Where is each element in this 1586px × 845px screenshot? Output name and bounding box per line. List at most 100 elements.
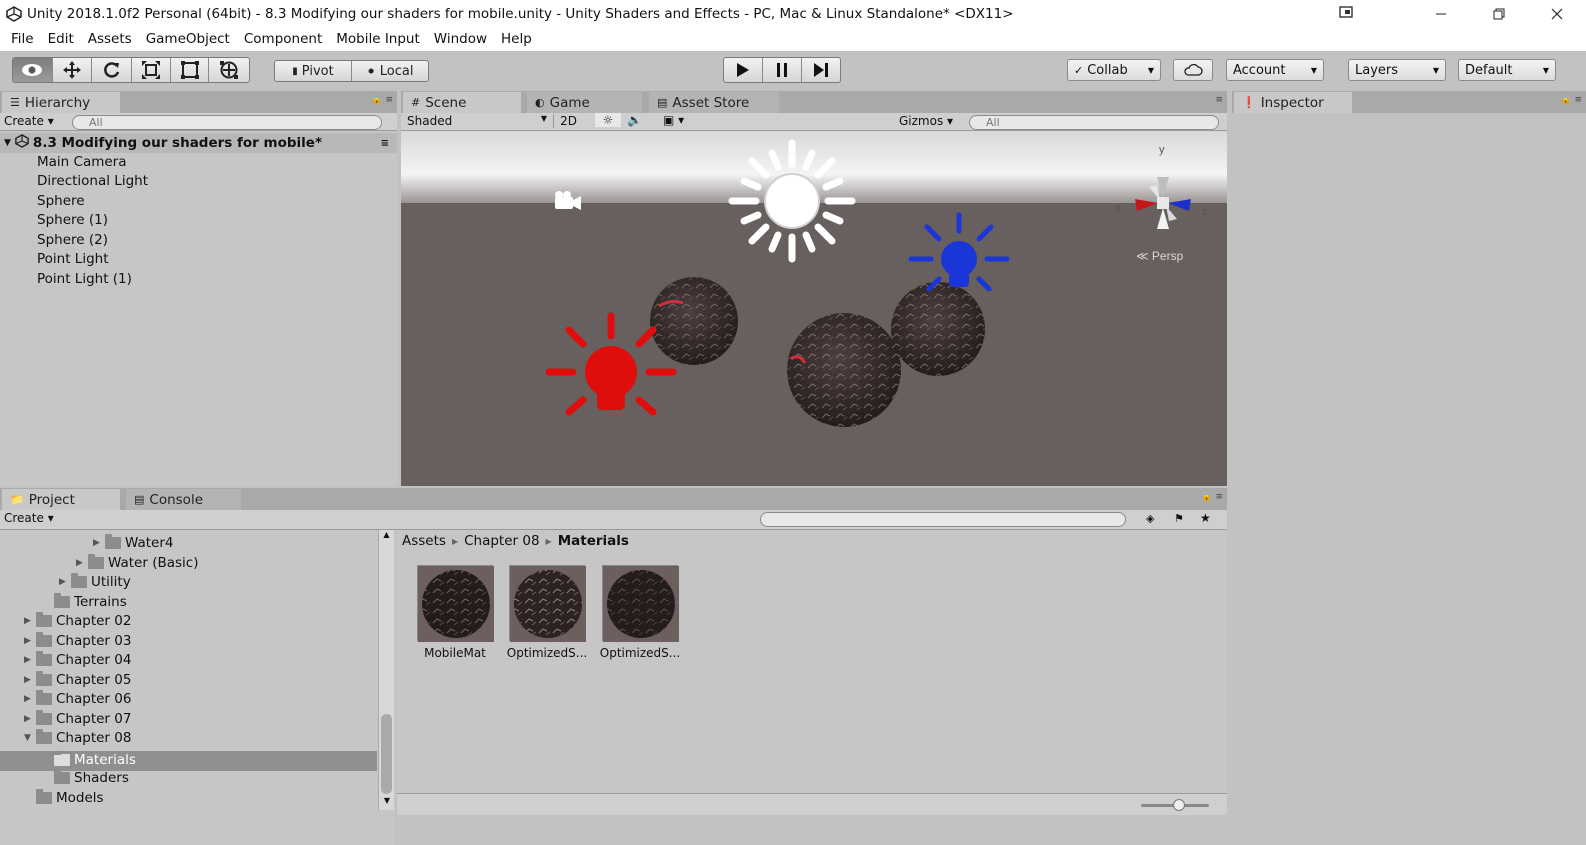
scrollbar-thumb[interactable] xyxy=(381,714,392,794)
tree-item-chapter-07[interactable]: ▶ Chapter 07 xyxy=(24,710,131,727)
hierarchy-search-input[interactable]: All xyxy=(72,115,382,130)
panel-options-icon[interactable]: 🔒 ≡ xyxy=(1560,95,1582,105)
collapsed-arrow-icon: ▶ xyxy=(24,694,31,704)
layers-dropdown[interactable]: Layers ▼ xyxy=(1348,59,1446,81)
menu-gameobject[interactable]: GameObject xyxy=(139,31,237,47)
menu-file[interactable]: File xyxy=(4,31,41,47)
filter-type-icon[interactable]: ◈ xyxy=(1146,512,1154,525)
sphere-right[interactable] xyxy=(891,282,985,376)
menu-edit[interactable]: Edit xyxy=(41,31,81,47)
lighting-toggle-icon[interactable]: ☼ xyxy=(595,113,621,127)
cloud-button[interactable] xyxy=(1173,59,1213,81)
scene-search-input[interactable]: All xyxy=(969,115,1219,130)
scroll-down-icon[interactable]: ▼ xyxy=(379,796,395,810)
tree-item-models[interactable]: Models xyxy=(36,789,104,806)
scene-view-panel: # Scene ◐ Game ▤ Asset Store ≡ Shaded ▼ … xyxy=(401,91,1227,486)
step-button[interactable] xyxy=(802,58,840,82)
tree-item-water-basic[interactable]: ▶ Water (Basic) xyxy=(76,554,198,571)
menu-mobile-input[interactable]: Mobile Input xyxy=(329,31,427,47)
scroll-up-icon[interactable]: ▲ xyxy=(379,530,394,544)
panel-options-icon[interactable]: 🔒 ≡ xyxy=(1201,492,1223,502)
tree-item-chapter-05[interactable]: ▶ Chapter 05 xyxy=(24,671,131,688)
rect-tool-button[interactable] xyxy=(171,58,210,82)
view-tool-button[interactable] xyxy=(13,58,53,82)
create-dropdown[interactable]: Create ▾ xyxy=(4,114,54,128)
transform-icon xyxy=(220,61,239,79)
tab-console[interactable]: ▤ Console xyxy=(126,489,241,510)
sphere-left[interactable] xyxy=(650,277,738,365)
tree-item-terrains[interactable]: Terrains xyxy=(54,593,127,610)
transform-tool-button[interactable] xyxy=(209,58,249,82)
pivot-toggle[interactable]: ▮ Pivot xyxy=(275,61,352,81)
tree-item-chapter-03[interactable]: ▶ Chapter 03 xyxy=(24,632,131,649)
hierarchy-item-sphere-2[interactable]: Sphere (2) xyxy=(37,232,108,248)
favorite-icon[interactable]: ★ xyxy=(1200,511,1211,525)
tree-item-materials[interactable]: Materials xyxy=(54,751,136,768)
tree-item-chapter-06[interactable]: ▶ Chapter 06 xyxy=(24,690,131,707)
breadcrumb-chapter-08[interactable]: Chapter 08 xyxy=(464,533,539,549)
create-label: Create xyxy=(4,511,44,525)
tab-game[interactable]: ◐ Game xyxy=(527,92,642,113)
play-button[interactable] xyxy=(724,58,764,82)
menu-help[interactable]: Help xyxy=(494,31,539,47)
tree-item-label: Materials xyxy=(74,752,136,768)
slider-knob[interactable] xyxy=(1173,799,1185,811)
pivot-icon: ▮ xyxy=(292,65,298,77)
tab-asset-store-label: Asset Store xyxy=(672,94,750,111)
tree-item-shaders[interactable]: Shaders xyxy=(54,769,129,786)
project-search-input[interactable] xyxy=(760,512,1126,527)
collab-dropdown[interactable]: ✓ Collab ▼ xyxy=(1067,59,1161,81)
hierarchy-item-point-light[interactable]: Point Light xyxy=(37,251,109,267)
audio-toggle-icon[interactable]: 🔈 xyxy=(627,113,642,127)
gizmos-dropdown[interactable]: Gizmos ▾ xyxy=(899,114,953,128)
menu-assets[interactable]: Assets xyxy=(81,31,139,47)
move-tool-button[interactable] xyxy=(53,58,93,82)
console-icon: ▤ xyxy=(134,493,145,506)
minimize-button[interactable] xyxy=(1412,0,1470,27)
persp-label[interactable]: ≪ Persp xyxy=(1136,249,1184,263)
pause-button[interactable] xyxy=(763,58,802,82)
tab-asset-store[interactable]: ▤ Asset Store xyxy=(649,92,779,113)
filter-label-icon[interactable]: ⚑ xyxy=(1174,512,1184,525)
scale-tool-button[interactable] xyxy=(132,58,171,82)
toggle-2d-button[interactable]: 2D xyxy=(553,114,583,128)
window-menu-icon[interactable] xyxy=(1338,4,1354,24)
tree-item-water4[interactable]: ▶ Water4 xyxy=(93,534,174,551)
scene-options-icon[interactable]: ≡ xyxy=(381,138,389,149)
hierarchy-item-sphere[interactable]: Sphere xyxy=(37,193,85,209)
restore-button[interactable] xyxy=(1470,0,1528,27)
scene-root-row[interactable]: ▼ 8.3 Modifying our shaders for mobile* … xyxy=(0,133,397,153)
tree-scrollbar[interactable]: ▲ ▼ xyxy=(378,530,394,810)
account-dropdown[interactable]: Account ▼ xyxy=(1226,59,1324,81)
local-toggle[interactable]: ⚫ Local xyxy=(352,61,428,81)
panel-options-icon[interactable]: 🔒 ≡ xyxy=(371,95,393,105)
tree-item-chapter-02[interactable]: ▶ Chapter 02 xyxy=(24,612,131,629)
hierarchy-item-directional-light[interactable]: Directional Light xyxy=(37,173,148,189)
panel-options-icon[interactable]: ≡ xyxy=(1215,95,1223,105)
tab-inspector[interactable]: ❗ Inspector xyxy=(1234,92,1352,113)
tree-item-chapter-08[interactable]: ▼ Chapter 08 xyxy=(24,729,131,746)
hierarchy-item-main-camera[interactable]: Main Camera xyxy=(37,154,127,170)
breadcrumb-materials[interactable]: Materials xyxy=(558,533,629,549)
menu-component[interactable]: Component xyxy=(237,31,329,47)
hierarchy-item-point-light-1[interactable]: Point Light (1) xyxy=(37,271,132,287)
shading-mode-dropdown[interactable]: Shaded ▼ xyxy=(407,114,547,128)
scene-canvas[interactable]: y x z ≪ Persp xyxy=(401,131,1227,486)
create-dropdown[interactable]: Create ▾ xyxy=(4,511,54,525)
main-toolbar: ▮ Pivot ⚫ Local ✓ Collab ▼ Account ▼ Lay… xyxy=(0,51,1586,91)
breadcrumb-assets[interactable]: Assets xyxy=(402,533,446,549)
tab-hierarchy[interactable]: ☰ Hierarchy xyxy=(2,92,120,113)
menu-window[interactable]: Window xyxy=(427,31,494,47)
layout-dropdown[interactable]: Default ▼ xyxy=(1458,59,1556,81)
tab-scene[interactable]: # Scene xyxy=(403,92,521,113)
thumbnail-size-slider[interactable] xyxy=(1141,799,1209,811)
tree-item-utility[interactable]: ▶ Utility xyxy=(59,573,131,590)
hierarchy-item-sphere-1[interactable]: Sphere (1) xyxy=(37,212,108,228)
tab-project[interactable]: 📁 Project xyxy=(2,489,120,510)
effects-dropdown-icon[interactable]: ▣ ▾ xyxy=(663,113,684,127)
close-button[interactable] xyxy=(1528,0,1586,27)
tree-item-chapter-04[interactable]: ▶ Chapter 04 xyxy=(24,651,131,668)
sphere-center[interactable] xyxy=(787,313,901,427)
directional-light-icon[interactable] xyxy=(728,139,856,263)
rotate-tool-button[interactable] xyxy=(92,58,133,82)
